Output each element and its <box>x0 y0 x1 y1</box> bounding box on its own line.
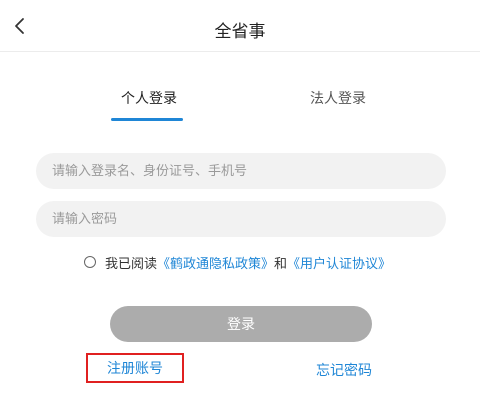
login-type-tabs: 个人登录 法人登录 <box>0 88 480 124</box>
agreement-row: 我已阅读 《鹤政通隐私政策》 和 《用户认证协议》 <box>84 252 391 272</box>
register-label: 注册账号 <box>107 361 163 377</box>
tab-legal-person-login[interactable]: 法人登录 <box>310 88 366 108</box>
password-input[interactable] <box>36 201 446 237</box>
user-agreement-link[interactable]: 《用户认证协议》 <box>287 253 391 272</box>
agreement-and: 和 <box>274 256 288 272</box>
tab-personal-login[interactable]: 个人登录 <box>121 88 177 108</box>
privacy-policy-link[interactable]: 《鹤政通隐私政策》 <box>157 253 274 272</box>
agreement-prefix: 我已阅读 <box>105 256 158 272</box>
agreement-radio[interactable] <box>84 256 96 268</box>
top-bar: 全省事 <box>0 0 480 52</box>
page-title: 全省事 <box>214 22 266 42</box>
register-account-link[interactable]: 注册账号 <box>86 353 184 383</box>
active-tab-indicator <box>111 118 183 121</box>
account-input[interactable] <box>36 153 446 189</box>
forgot-password-link[interactable]: 忘记密码 <box>316 360 372 380</box>
login-button[interactable]: 登录 <box>110 306 372 342</box>
